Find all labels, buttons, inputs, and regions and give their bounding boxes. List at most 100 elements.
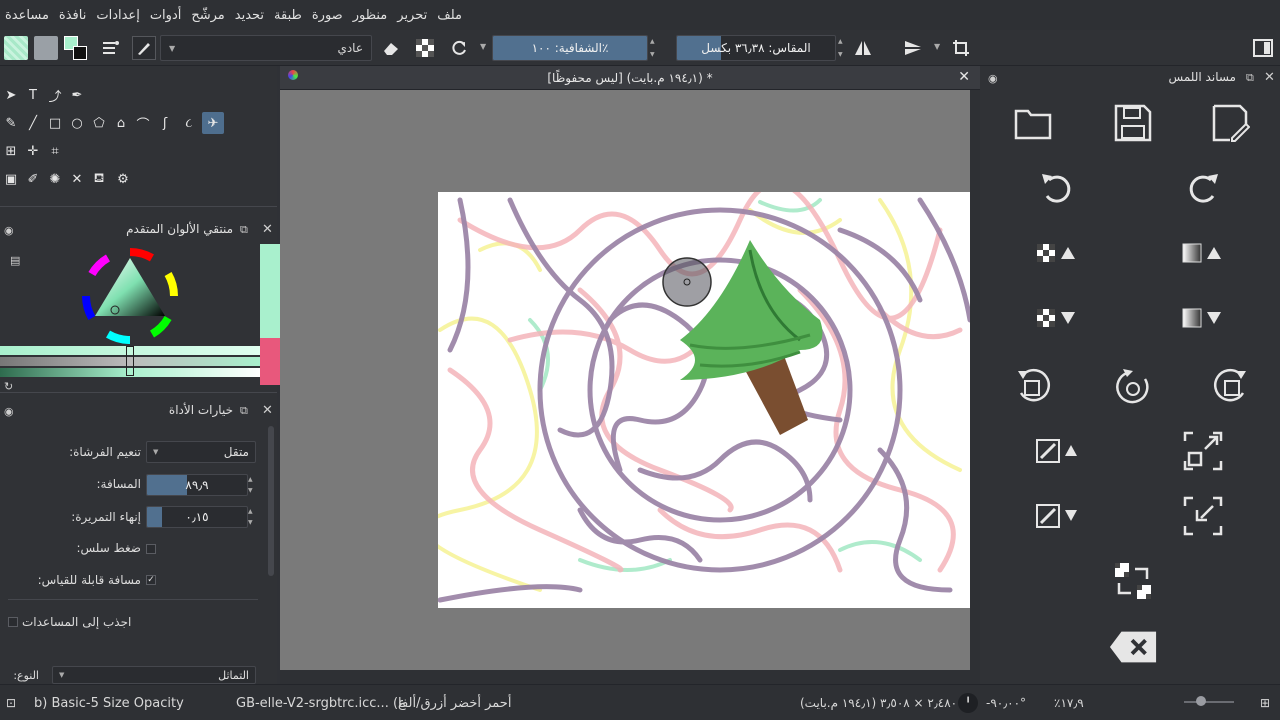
- folder-icon[interactable]: [1008, 98, 1058, 148]
- distance-slider[interactable]: ٨٩٫٩: [146, 474, 248, 496]
- scalable-checkbox[interactable]: ✓: [146, 575, 156, 585]
- mirror-horizontal-icon[interactable]: [852, 37, 874, 59]
- color-sliders[interactable]: [0, 346, 260, 380]
- document-tab[interactable]: * (١٩٤٫١ م.بايت) [ليس محفوظًا] ✕: [280, 66, 980, 90]
- save-icon[interactable]: [1108, 98, 1158, 148]
- close-docker-icon[interactable]: ✕: [1264, 70, 1275, 85]
- menu-edit[interactable]: تحرير: [392, 8, 432, 23]
- gradient-swatch[interactable]: [4, 36, 28, 60]
- menu-window[interactable]: نافذة: [54, 8, 91, 23]
- fg-bg-color-selector[interactable]: [64, 36, 92, 62]
- clear-layer-icon[interactable]: [1108, 622, 1158, 672]
- assistant-tool-icon[interactable]: ✕: [66, 168, 88, 190]
- workspace-icon[interactable]: [1252, 37, 1274, 59]
- smart-patch-icon[interactable]: ✺: [44, 168, 66, 190]
- undo-icon[interactable]: [1032, 163, 1082, 213]
- snap-checkbox[interactable]: [8, 617, 18, 627]
- flow-decrease-icon[interactable]: [1178, 293, 1228, 343]
- mirror-vertical-icon[interactable]: [902, 37, 924, 59]
- pressure-checkbox[interactable]: [146, 544, 156, 554]
- zoom-slider-handle[interactable]: [1196, 696, 1206, 706]
- canvas-vertical-scrollbar[interactable]: [970, 90, 980, 670]
- crop-tool-icon[interactable]: ⌗: [44, 140, 66, 162]
- preset-icon[interactable]: ⊡: [6, 685, 16, 720]
- edit-shapes-icon[interactable]: ⤴: [44, 84, 66, 106]
- menu-image[interactable]: صورة: [307, 8, 348, 23]
- rotate-right-icon[interactable]: [1206, 360, 1256, 410]
- freehand-brush-icon[interactable]: ✎: [0, 112, 22, 134]
- stroke-end-spin-arrows[interactable]: ▲ ▼: [248, 506, 253, 528]
- dock-lock-icon[interactable]: ◉: [4, 224, 14, 237]
- canvas-horizontal-scrollbar[interactable]: [280, 670, 980, 684]
- dynamic-brush-icon[interactable]: ૮: [178, 112, 200, 134]
- menu-file[interactable]: ملف: [432, 8, 467, 23]
- save-as-icon[interactable]: [1206, 98, 1256, 148]
- reset-rotation-icon[interactable]: [1108, 360, 1158, 410]
- pattern-swatch[interactable]: [34, 36, 58, 60]
- dock-lock-icon[interactable]: ◉: [4, 405, 14, 418]
- dock-lock-icon[interactable]: ◉: [988, 72, 998, 85]
- brush-size-decrease-icon[interactable]: [1032, 491, 1082, 541]
- menu-view[interactable]: منظور: [348, 8, 393, 23]
- options-scrollbar[interactable]: [268, 426, 274, 576]
- opacity-slider[interactable]: ٪الشفافية: ١٠٠: [492, 35, 648, 61]
- brush-settings-icon[interactable]: [100, 37, 122, 59]
- crop-icon[interactable]: [950, 37, 972, 59]
- polyline-tool-icon[interactable]: ⌂: [110, 112, 132, 134]
- menu-filter[interactable]: مرشّح: [186, 8, 229, 23]
- calligraphy-icon[interactable]: ✒: [66, 84, 88, 106]
- opacity-spin-arrows[interactable]: ▲ ▼: [650, 35, 658, 61]
- close-docker-icon[interactable]: ✕: [262, 403, 273, 418]
- slider-handle[interactable]: [126, 346, 134, 376]
- image-size[interactable]: ٢٫٤٨٠ × ٣٫٥٠٨ (١٩٤٫١ م.بايت): [800, 685, 957, 720]
- menu-settings[interactable]: إعدادات: [91, 8, 144, 23]
- polygon-tool-icon[interactable]: ⬠: [88, 112, 110, 134]
- text-tool-icon[interactable]: T: [22, 84, 44, 106]
- distance-spin-arrows[interactable]: ▲ ▼: [248, 474, 253, 496]
- brush-size-increase-icon[interactable]: [1032, 426, 1082, 476]
- redo-icon[interactable]: [1178, 163, 1228, 213]
- menu-tools[interactable]: أدوات: [145, 8, 187, 23]
- float-docker-icon[interactable]: ⧉: [240, 404, 248, 418]
- type-select[interactable]: التماثل ▼: [52, 666, 256, 684]
- zoom-actual-icon[interactable]: [1178, 491, 1228, 541]
- measure-tool-icon[interactable]: ⚙: [112, 168, 134, 190]
- canvas-only-icon[interactable]: ⊞: [1260, 685, 1270, 720]
- rotation-dial-icon[interactable]: ╹: [958, 693, 978, 713]
- smoothing-select[interactable]: متقل ▼: [146, 441, 256, 463]
- line-tool-icon[interactable]: ╱: [22, 112, 44, 134]
- size-spin-arrows[interactable]: ▲ ▼: [838, 35, 846, 61]
- ellipse-tool-icon[interactable]: ○: [66, 112, 88, 134]
- transform-icon[interactable]: ⊞: [0, 140, 22, 162]
- zoom-slider[interactable]: [1184, 701, 1234, 703]
- fill-tool-icon[interactable]: ⛾: [88, 168, 110, 190]
- rectangle-tool-icon[interactable]: □: [44, 112, 66, 134]
- alpha-lock-icon[interactable]: [414, 37, 436, 59]
- opacity-increase-icon[interactable]: [1032, 228, 1082, 278]
- close-docker-icon[interactable]: ✕: [262, 222, 273, 237]
- rotate-left-icon[interactable]: [1008, 360, 1058, 410]
- menu-layer[interactable]: طبقة: [269, 8, 307, 23]
- multibrush-icon[interactable]: ✈: [202, 112, 224, 134]
- close-document-icon[interactable]: ✕: [958, 69, 970, 85]
- float-docker-icon[interactable]: ⧉: [240, 223, 248, 237]
- eraser-icon[interactable]: [380, 37, 402, 59]
- color-settings-icon[interactable]: ▤: [10, 254, 20, 267]
- brush-preset-icon[interactable]: [132, 36, 156, 60]
- color-wheel[interactable]: [80, 246, 180, 346]
- size-slider[interactable]: المقاس: ٣٦٫٣٨ بكسل: [676, 35, 836, 61]
- zoom-fit-icon[interactable]: [1178, 426, 1228, 476]
- color-picker-icon[interactable]: ✐: [22, 168, 44, 190]
- canvas-viewport[interactable]: [280, 90, 970, 670]
- menu-select[interactable]: تحديد: [230, 8, 269, 23]
- swap-colors-icon[interactable]: [1108, 556, 1158, 606]
- stroke-end-slider[interactable]: ٠٫١٥: [146, 506, 248, 528]
- reload-preset-icon[interactable]: [448, 37, 470, 59]
- zoom-value[interactable]: ٪١٧٫٩: [1054, 685, 1084, 720]
- blend-mode-select[interactable]: عادي ▼: [160, 35, 372, 61]
- freehand-path-icon[interactable]: ʃ: [154, 112, 176, 134]
- float-docker-icon[interactable]: ⧉: [1246, 71, 1254, 85]
- select-shapes-icon[interactable]: ➤: [0, 84, 22, 106]
- flow-increase-icon[interactable]: [1178, 228, 1228, 278]
- menu-help[interactable]: مساعدة: [0, 8, 54, 23]
